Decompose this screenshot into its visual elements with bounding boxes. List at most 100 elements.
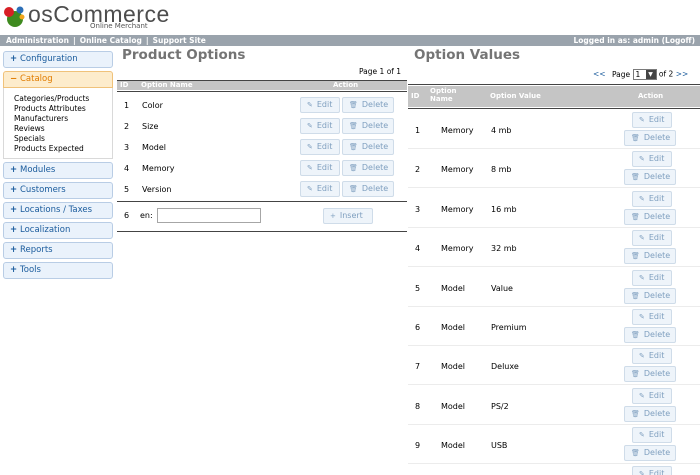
edit-button[interactable]: ✎ Edit (632, 387, 672, 404)
header-action: Action (638, 92, 664, 100)
edit-button[interactable]: ✎ Edit (300, 139, 340, 155)
edit-label: Edit (316, 142, 333, 151)
sidebar-item-modules[interactable]: + Modules (3, 162, 113, 179)
plus-icon: + (10, 54, 18, 64)
nav-link-support-site[interactable]: Support Site (153, 36, 206, 45)
submenu-specials[interactable]: Specials (14, 134, 108, 144)
sidebar-item-customers[interactable]: + Customers (3, 182, 113, 199)
page-select[interactable]: 1 ▼ (632, 69, 657, 80)
edit-label: Edit (648, 312, 665, 321)
option-id: 1 (124, 101, 130, 110)
edit-label: Edit (648, 430, 665, 440)
delete-button[interactable]: 🗑 Delete (624, 248, 676, 265)
insert-button[interactable]: + Insert (323, 208, 373, 224)
value-option-value: USB (491, 441, 508, 451)
submenu-categories-products[interactable]: Categories/Products (14, 94, 108, 104)
page-label: Page (611, 69, 631, 79)
delete-label: Delete (643, 211, 671, 221)
sidebar-item-localization[interactable]: + Localization (3, 222, 113, 239)
trash-icon: 🗑 (631, 212, 640, 221)
edit-icon: ✎ (639, 116, 645, 124)
delete-button[interactable]: 🗑 Delete (342, 181, 394, 197)
edit-button[interactable]: ✎ Edit (300, 118, 340, 134)
value-option-value: 16 mb (491, 204, 517, 214)
delete-button[interactable]: 🗑 Delete (624, 287, 676, 304)
edit-label: Edit (316, 100, 333, 109)
sidebar-item-tools[interactable]: + Tools (3, 262, 113, 279)
nav-link-online-catalog[interactable]: Online Catalog (80, 36, 142, 45)
delete-button[interactable]: 🗑 Delete (342, 118, 394, 134)
delete-button[interactable]: 🗑 Delete (624, 327, 676, 343)
value-id: 3 (415, 204, 421, 214)
login-status[interactable]: Logged in as: admin (Logoff) (573, 35, 695, 46)
edit-button[interactable]: ✎ Edit (300, 97, 340, 113)
delete-button[interactable]: 🗑 Delete (342, 160, 394, 176)
edit-icon: ✎ (639, 194, 645, 203)
delete-label: Delete (643, 369, 671, 379)
nav-link-administration[interactable]: Administration (6, 36, 69, 45)
options-header-rule (117, 91, 407, 92)
delete-button[interactable]: 🗑 Delete (624, 169, 676, 186)
delete-button[interactable]: 🗑 Delete (342, 139, 394, 155)
edit-button[interactable]: ✎ Edit (632, 190, 672, 207)
edit-button[interactable]: ✎ Edit (632, 269, 672, 286)
trash-icon: 🗑 (631, 252, 640, 261)
option-name: Memory (142, 164, 175, 173)
submenu-reviews[interactable]: Reviews (14, 124, 108, 134)
value-option-name: Model (441, 441, 466, 451)
option-id: 4 (124, 164, 130, 173)
sidebar-item-label: Modules (20, 165, 56, 175)
sidebar-item-reports[interactable]: + Reports (3, 242, 113, 259)
edit-label: Edit (316, 163, 333, 172)
sidebar-item-locations-taxes[interactable]: + Locations / Taxes (3, 202, 113, 219)
delete-button[interactable]: 🗑 Delete (624, 130, 676, 146)
edit-button[interactable]: ✎ Edit (300, 181, 340, 197)
edit-label: Edit (648, 469, 665, 475)
sidebar-item-configuration[interactable]: + Configuration (3, 51, 113, 68)
sidebar-item-label: Tools (20, 265, 41, 275)
delete-button[interactable]: 🗑 Delete (624, 208, 676, 225)
edit-button[interactable]: ✎ Edit (632, 151, 672, 168)
table-row: 1 Memory 4 mb ✎ Edit 🗑 Delete (408, 110, 700, 149)
value-id: 2 (415, 165, 421, 175)
delete-button[interactable]: 🗑 Delete (624, 405, 676, 422)
edit-button[interactable]: ✎ Edit (632, 112, 672, 128)
oscommerce-logo[interactable]: osCommerce Online Merchant (2, 1, 169, 32)
delete-button[interactable]: 🗑 Delete (624, 445, 676, 462)
delete-label: Delete (361, 100, 389, 109)
edit-icon: ✎ (639, 313, 645, 321)
edit-icon: ✎ (639, 234, 645, 243)
insert-label: Insert (339, 211, 363, 220)
option-name: Model (142, 143, 167, 152)
minus-icon: − (10, 74, 18, 84)
edit-button[interactable]: ✎ Edit (632, 348, 672, 365)
trash-icon: 🗑 (349, 122, 358, 130)
delete-button[interactable]: 🗑 Delete (342, 97, 394, 113)
submenu-products-attributes[interactable]: Products Attributes (14, 104, 108, 114)
prev-page-link[interactable]: << (593, 70, 606, 79)
new-option-name-input[interactable] (157, 208, 261, 223)
sidebar-item-catalog[interactable]: − Catalog (3, 71, 113, 88)
trash-icon: 🗑 (349, 164, 358, 172)
delete-label: Delete (643, 290, 671, 300)
trash-icon: 🗑 (631, 331, 640, 339)
option-id: 3 (124, 143, 130, 152)
edit-button[interactable]: ✎ Edit (300, 160, 340, 176)
next-page-link[interactable]: >> (676, 70, 689, 79)
edit-button[interactable]: ✎ Edit (632, 466, 672, 475)
delete-label: Delete (643, 172, 671, 182)
values-header-bottom-rule (408, 108, 700, 109)
trash-icon: 🗑 (631, 370, 640, 379)
submenu-manufacturers[interactable]: Manufacturers (14, 114, 108, 124)
delete-button[interactable]: 🗑 Delete (624, 366, 676, 383)
catalog-submenu: Categories/Products Products Attributes … (3, 88, 113, 159)
edit-icon: ✎ (639, 273, 645, 282)
value-id: 4 (415, 244, 421, 254)
submenu-products-expected[interactable]: Products Expected (14, 144, 108, 154)
edit-button[interactable]: ✎ Edit (632, 427, 672, 444)
edit-button[interactable]: ✎ Edit (632, 230, 672, 247)
header-action: Action (333, 81, 359, 89)
edit-label: Edit (316, 184, 333, 193)
trash-icon: 🗑 (631, 134, 640, 142)
edit-button[interactable]: ✎ Edit (632, 309, 672, 325)
